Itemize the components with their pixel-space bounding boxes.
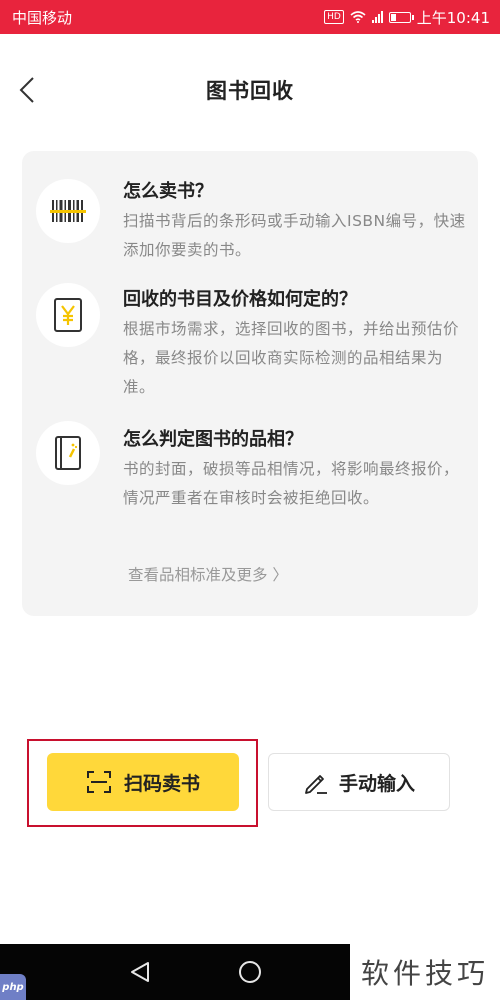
view-condition-standards-link[interactable]: 查看品相标准及更多 〉	[128, 563, 288, 585]
info-item-desc: 根据市场需求，选择回收的图书，并给出预估价格，最终报价以回收商实际检测的品相结果…	[123, 320, 460, 396]
pencil-icon	[305, 775, 327, 794]
yuan-price-icon	[36, 283, 100, 347]
chevron-left-icon	[19, 77, 34, 103]
manual-input-button[interactable]: 手动输入	[268, 753, 450, 811]
battery-icon	[388, 11, 414, 23]
page-title: 图书回收	[206, 79, 294, 103]
nav-home-circle-icon[interactable]	[238, 960, 262, 984]
scan-icon	[86, 771, 111, 793]
page-header: 图书回收	[0, 34, 500, 146]
scan-sell-label: 扫码卖书	[123, 772, 200, 795]
info-item-title: 怎么卖书？	[123, 181, 213, 202]
php-logo: php	[0, 974, 26, 1000]
signal-icon	[371, 11, 383, 23]
book-condition-icon	[36, 421, 100, 485]
scan-sell-button[interactable]: 扫码卖书	[47, 753, 239, 811]
back-button[interactable]	[12, 70, 42, 110]
carrier-name: 中国移动	[12, 8, 73, 27]
info-card: 怎么卖书？ 扫描书背后的条形码或手动输入ISBN编号，快速添加你要卖的书。 回收…	[22, 151, 478, 616]
clock-time: 上午10:41	[416, 8, 490, 27]
wifi-icon	[350, 11, 366, 23]
nav-back-triangle-icon[interactable]	[128, 960, 152, 984]
hd-badge: HD	[324, 10, 344, 24]
info-item-title: 怎么判定图书的品相？	[123, 429, 303, 450]
info-item-title: 回收的书目及价格如何定的？	[123, 289, 357, 310]
info-item-desc: 书的封面，破损等品相情况，将影响最终报价，情况严重者在审核时会被拒绝回收。	[123, 460, 460, 507]
watermark-text: 软件技巧	[350, 944, 500, 1000]
barcode-icon	[36, 179, 100, 243]
status-icons: HD 上午10:41	[324, 7, 490, 28]
info-item-desc: 扫描书背后的条形码或手动输入ISBN编号，快速添加你要卖的书。	[123, 212, 466, 259]
manual-input-label: 手动输入	[338, 772, 415, 795]
status-bar: 中国移动 HD 上午10:41	[0, 0, 500, 34]
